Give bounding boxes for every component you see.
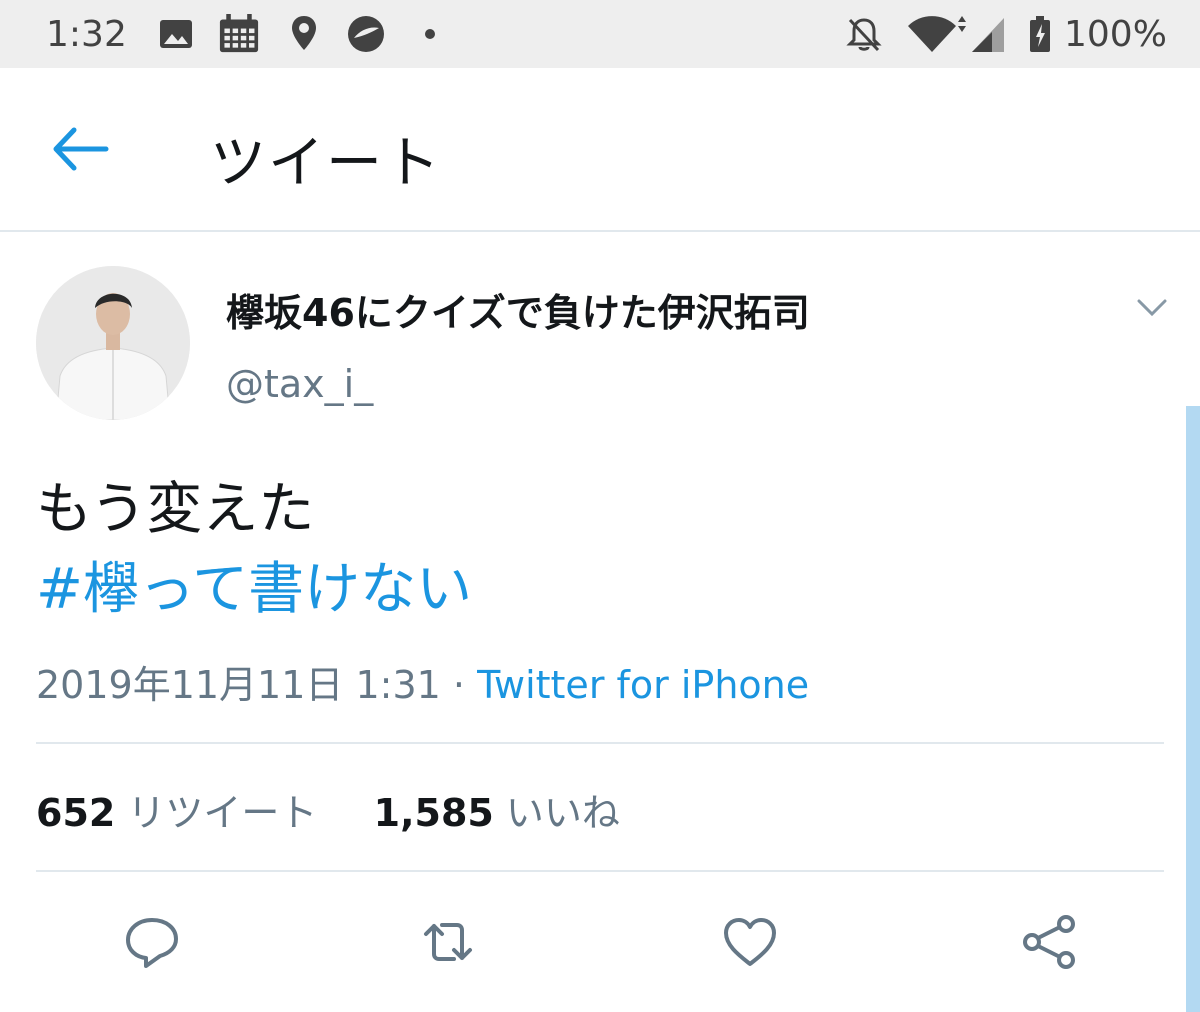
app-icon bbox=[348, 16, 384, 52]
divider bbox=[36, 870, 1164, 872]
app-header: ツイート bbox=[0, 68, 1200, 232]
user-handle[interactable]: @tax_i_ bbox=[226, 362, 373, 406]
wifi-icon bbox=[908, 16, 966, 52]
meta-separator: · bbox=[440, 663, 478, 707]
share-icon[interactable] bbox=[1018, 910, 1082, 974]
timestamp: 2019年11月11日 1:31 bbox=[36, 663, 441, 707]
tweet-stats: 652 リツイート 1,585 いいね bbox=[36, 782, 620, 837]
calendar-icon bbox=[219, 14, 259, 53]
battery-percent: 100% bbox=[1064, 14, 1167, 55]
retweet-icon[interactable] bbox=[416, 910, 480, 974]
tweet-meta: 2019年11月11日 1:31 · Twitter for iPhone bbox=[36, 654, 809, 709]
divider bbox=[36, 742, 1164, 744]
like-label: いいね bbox=[505, 791, 620, 835]
status-bar: 1:32 100% bbox=[0, 0, 1200, 68]
image-icon bbox=[160, 20, 192, 48]
retweet-count: 652 bbox=[36, 791, 116, 835]
avatar[interactable] bbox=[36, 266, 190, 420]
status-time: 1:32 bbox=[46, 14, 127, 55]
retweet-stat[interactable]: 652 リツイート bbox=[36, 791, 317, 835]
dot-icon bbox=[425, 29, 435, 39]
retweet-label: リツイート bbox=[127, 791, 318, 835]
reply-icon[interactable] bbox=[120, 910, 184, 974]
signal-icon bbox=[972, 18, 1004, 52]
display-name[interactable]: 欅坂46にクイズで負けた伊沢拓司 bbox=[226, 282, 810, 337]
like-icon[interactable] bbox=[718, 910, 782, 974]
source-link[interactable]: Twitter for iPhone bbox=[477, 663, 809, 707]
page-title: ツイート bbox=[210, 131, 442, 196]
hashtag-link[interactable]: #欅って書けない bbox=[36, 550, 472, 630]
arrow-left-icon[interactable] bbox=[50, 126, 112, 172]
like-stat[interactable]: 1,585 いいね bbox=[374, 791, 620, 835]
tweet-text-line: もう変えた bbox=[36, 477, 315, 542]
notifications-off-icon bbox=[846, 18, 882, 52]
location-icon bbox=[292, 16, 316, 50]
avatar-photo bbox=[36, 266, 190, 420]
like-count: 1,585 bbox=[373, 791, 494, 835]
scrollbar[interactable] bbox=[1186, 406, 1200, 1012]
tweet-text: もう変えた #欅って書けない bbox=[36, 470, 472, 630]
chevron-down-icon[interactable] bbox=[1136, 298, 1168, 318]
battery-icon bbox=[1030, 16, 1050, 52]
